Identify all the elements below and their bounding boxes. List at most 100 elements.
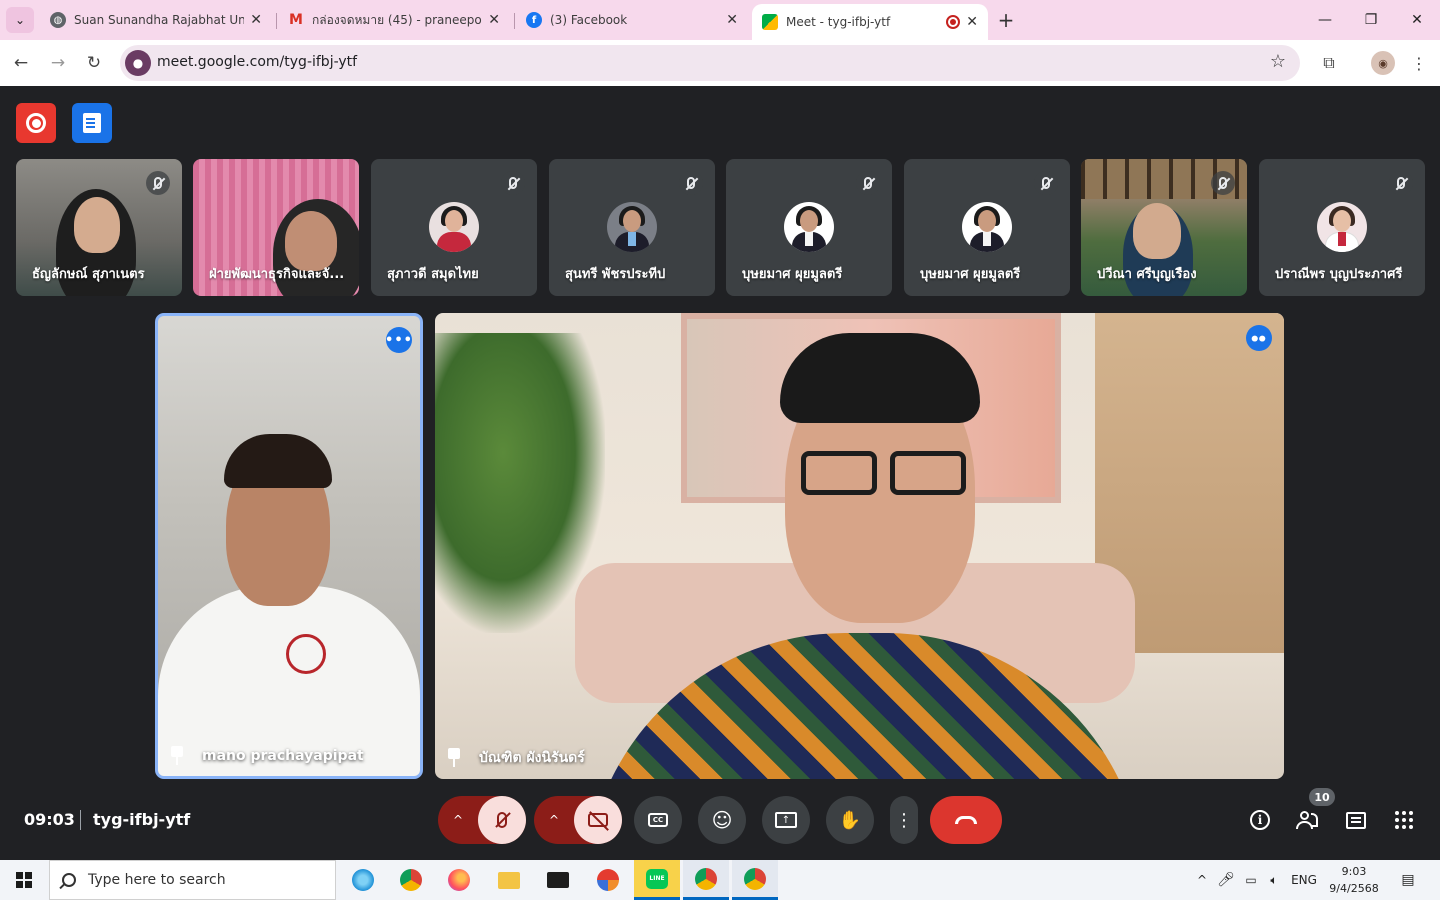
more-options-button[interactable]: ⋮ [890, 796, 918, 844]
bookmark-star-icon[interactable]: ☆ [1270, 51, 1286, 72]
toggle-microphone-button[interactable] [478, 796, 526, 844]
taskbar-app-pdf[interactable] [585, 860, 631, 900]
speaker-hair [780, 333, 980, 423]
notes-icon [83, 113, 101, 133]
participant-tile[interactable]: ธัญลักษณ์ สุภาเนตร [16, 159, 182, 296]
chrome-meet-icon [744, 867, 766, 890]
tab-title: กล่องจดหมาย (45) - praneeporn.b [312, 12, 482, 27]
taskbar-time: 9:03 [1341, 865, 1367, 878]
extensions-puzzle-icon[interactable]: ⧉ [1314, 48, 1344, 78]
tab-title: (3) Facebook [550, 13, 628, 27]
present-screen-button[interactable]: ↑ [762, 796, 810, 844]
captions-cc-icon: CC [648, 813, 668, 827]
toggle-camera-button[interactable] [574, 796, 622, 844]
tab-gmail[interactable]: M กล่องจดหมาย (45) - praneeporn.b ✕ [278, 6, 510, 34]
participant-tile[interactable]: สุนทรี พัชรประทีป [549, 159, 715, 296]
meeting-details-info-icon[interactable]: i [1246, 806, 1274, 834]
reactions-button[interactable]: ☺ [698, 796, 746, 844]
leave-call-button[interactable] [930, 796, 1002, 844]
taskbar-app-line[interactable]: LINE [634, 860, 680, 900]
restore-window-icon[interactable]: ❐ [1348, 0, 1394, 40]
raise-hand-icon: ✋ [838, 809, 862, 831]
close-window-icon[interactable]: ✕ [1394, 0, 1440, 40]
close-tab-icon[interactable]: ✕ [250, 12, 262, 28]
globe-icon: ◍ [50, 12, 66, 28]
microphone-control: ^ [438, 796, 526, 844]
record-icon [26, 113, 46, 133]
more-options-icon[interactable]: ••• [385, 327, 412, 353]
stage-name-label: บัณฑิต ผังนิรันดร์ [447, 747, 585, 769]
participant-tile[interactable]: ปราณีพร บุญประภาศรี [1259, 159, 1425, 296]
hang-up-phone-icon [955, 816, 977, 824]
new-tab-plus-icon[interactable]: + [994, 8, 1018, 32]
participant-tile[interactable]: บุษยมาศ ผุยมูลตรี [904, 159, 1070, 296]
taskbar-app-chrome[interactable] [388, 860, 434, 900]
mic-off-icon [146, 171, 170, 195]
chat-bubble-icon[interactable] [1342, 806, 1370, 834]
start-button[interactable] [0, 860, 48, 900]
search-icon [62, 873, 76, 887]
address-bar[interactable]: ● meet.google.com/tyg-ifbj-ytf ☆ [120, 45, 1300, 81]
forward-arrow-icon[interactable]: → [43, 48, 73, 78]
taskbar-app-firefox[interactable] [436, 860, 482, 900]
close-tab-icon[interactable]: ✕ [488, 12, 500, 28]
gmail-icon: M [289, 12, 303, 28]
participant-name: ปราณีพร บุญประภาศรี [1275, 267, 1403, 282]
taskbar-app-chrome-meet[interactable] [732, 860, 778, 900]
tab-title: Suan Sunandha Rajabhat Unive [74, 13, 245, 27]
participant-tile[interactable]: ฝ่ายพัฒนาธุรกิจและจั... [193, 159, 359, 296]
volume-icon[interactable]: 🔈︎ [1264, 860, 1284, 900]
profile-avatar[interactable]: ◉ [1371, 51, 1395, 75]
tab-meet[interactable]: Meet - tyg-ifbj-ytf ✕ [752, 4, 988, 40]
tab-facebook[interactable]: f (3) Facebook ✕ [516, 6, 748, 34]
taskbar-search-box[interactable]: Type here to search [49, 860, 336, 900]
participant-tile[interactable]: สุภาวดี สมุดไทย [371, 159, 537, 296]
taskbar-app-edge[interactable] [340, 860, 386, 900]
minimize-window-icon[interactable]: — [1302, 0, 1348, 40]
raise-hand-button[interactable]: ✋ [826, 796, 874, 844]
meeting-clock: 09:03 [24, 810, 75, 829]
participant-avatar [962, 202, 1012, 252]
mic-off-icon [679, 171, 703, 195]
participant-avatar [429, 202, 479, 252]
audio-options-caret-icon[interactable]: ^ [438, 796, 478, 844]
take-notes-button[interactable] [72, 103, 112, 143]
close-tab-icon[interactable]: ✕ [726, 12, 738, 28]
mic-off-icon [495, 812, 511, 828]
kebab-vertical-icon: ⋮ [895, 809, 913, 831]
pinned-video-tile-right[interactable]: ⦁⦁ บัณฑิต ผังนิรันดร์ [435, 313, 1284, 779]
glasses-left-lens [801, 451, 877, 495]
video-options-caret-icon[interactable]: ^ [534, 796, 574, 844]
shirt-emblem [286, 634, 326, 674]
close-tab-icon[interactable]: ✕ [966, 14, 978, 30]
back-arrow-icon[interactable]: ← [6, 48, 36, 78]
taskbar-clock[interactable]: 9:03 9/4/2568 [1320, 863, 1388, 897]
captions-button[interactable]: CC [634, 796, 682, 844]
participant-tile[interactable]: บุษยมาศ ผุยมูลตรี [726, 159, 892, 296]
people-icon[interactable] [1294, 806, 1322, 834]
reload-icon[interactable]: ↻ [79, 48, 109, 78]
microphone-tray-icon[interactable]: 🎤︎ [1216, 860, 1236, 900]
microphone-permission-icon[interactable]: ● [125, 50, 151, 76]
network-icon[interactable]: ▭ [1240, 860, 1262, 900]
show-hidden-icons-chevron-icon[interactable]: ^ [1192, 860, 1212, 900]
input-language[interactable]: ENG [1288, 860, 1320, 900]
speaker-name: บัณฑิต ผังนิรันดร์ [479, 750, 585, 766]
recording-button[interactable] [16, 103, 56, 143]
taskbar-app-terminal[interactable] [535, 860, 581, 900]
notifications-icon[interactable]: ▤ [1396, 860, 1420, 900]
pin-icon [170, 746, 184, 766]
recording-indicator-icon [946, 15, 961, 29]
present-arrow-icon: ↑ [775, 812, 797, 828]
taskbar-app-chrome-profile[interactable] [683, 860, 729, 900]
activities-grid-icon[interactable] [1390, 806, 1418, 834]
browser-menu-kebab-icon[interactable]: ⋮ [1404, 48, 1434, 78]
participant-tile[interactable]: ปวีณา ศรีบุญเรือง [1081, 159, 1247, 296]
taskbar-app-file-explorer[interactable] [486, 860, 532, 900]
pinned-video-tile-left[interactable]: ••• mano prachayapipat [155, 313, 423, 779]
mic-off-icon [856, 171, 880, 195]
pin-icon [447, 748, 461, 768]
tab-divider [276, 13, 277, 29]
tab-suan-sunandha[interactable]: ◍ Suan Sunandha Rajabhat Unive ✕ [40, 6, 272, 34]
tab-search-chevron-icon[interactable]: ⌄ [6, 7, 34, 33]
